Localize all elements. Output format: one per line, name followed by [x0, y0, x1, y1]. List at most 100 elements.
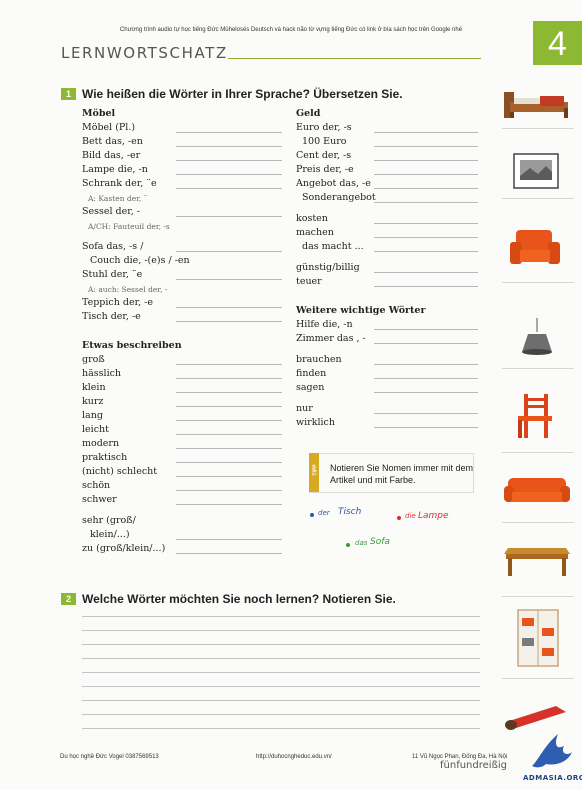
- answer-line[interactable]: [176, 490, 282, 491]
- page-word: fünfundreißig: [440, 760, 507, 771]
- answer-line[interactable]: [374, 223, 478, 224]
- footer-left: Du học nghề Đức Vogel 0387569513: [60, 754, 159, 760]
- beschreiben-heading: Etwas beschreiben: [82, 340, 182, 351]
- answer-line[interactable]: [374, 329, 478, 330]
- answer-line[interactable]: [374, 174, 478, 175]
- answer-line[interactable]: [176, 378, 282, 379]
- vocab-word: kurz: [82, 396, 104, 407]
- answer-line[interactable]: [176, 434, 282, 435]
- writing-line[interactable]: [82, 658, 480, 659]
- writing-line[interactable]: [82, 686, 480, 687]
- carpet-image: [500, 696, 574, 732]
- answer-line[interactable]: [176, 216, 282, 217]
- answer-line[interactable]: [176, 146, 282, 147]
- vocab-word: schön: [82, 480, 111, 491]
- picture-divider: [502, 596, 574, 597]
- answer-line[interactable]: [374, 286, 478, 287]
- bullet-dot: [397, 516, 401, 520]
- answer-line[interactable]: [176, 307, 282, 308]
- answer-line[interactable]: [374, 132, 478, 133]
- vocab-word: Sonderangebot: [302, 192, 376, 203]
- answer-line[interactable]: [374, 146, 478, 147]
- lamp-image: [500, 318, 574, 364]
- writing-line[interactable]: [82, 616, 480, 617]
- vocab-word: leicht: [82, 424, 109, 435]
- writing-line[interactable]: [82, 630, 480, 631]
- weitere-heading: Weitere wichtige Wörter: [296, 305, 426, 316]
- task2-instruction: Welche Wörter möchten Sie noch lernen? N…: [82, 592, 396, 606]
- vocab-word: 100 Euro: [302, 136, 347, 147]
- answer-line[interactable]: [374, 392, 478, 393]
- answer-line[interactable]: [176, 160, 282, 161]
- answer-line[interactable]: [176, 406, 282, 407]
- answer-line[interactable]: [176, 462, 282, 463]
- answer-line[interactable]: [374, 413, 478, 414]
- answer-line[interactable]: [176, 364, 282, 365]
- answer-line[interactable]: [374, 251, 478, 252]
- table-image: [500, 540, 574, 580]
- tip-label: TIPP: [312, 464, 319, 476]
- answer-line[interactable]: [374, 343, 478, 344]
- answer-line[interactable]: [176, 174, 282, 175]
- picture-divider: [502, 452, 574, 453]
- picture-divider: [502, 282, 574, 283]
- footer-link[interactable]: http://duhocngheduc.edu.vn/: [256, 754, 332, 760]
- vocab-word: zu (groß/klein/...): [82, 543, 166, 554]
- answer-line[interactable]: [374, 202, 478, 203]
- vocab-word: finden: [296, 368, 327, 379]
- vocab-word: modern: [82, 438, 120, 449]
- answer-line[interactable]: [176, 279, 282, 280]
- writing-line[interactable]: [82, 700, 480, 701]
- answer-line[interactable]: [176, 132, 282, 133]
- noun-example: Lampe: [418, 511, 449, 521]
- answer-line[interactable]: [374, 237, 478, 238]
- answer-line[interactable]: [176, 251, 282, 252]
- answer-line[interactable]: [374, 427, 478, 428]
- vocab-word: machen: [296, 227, 334, 238]
- answer-line[interactable]: [176, 476, 282, 477]
- vocab-word: Möbel (Pl.): [82, 122, 136, 133]
- task2-number: 2: [61, 593, 76, 605]
- answer-line[interactable]: [176, 188, 282, 189]
- answer-line[interactable]: [176, 420, 282, 421]
- answer-line[interactable]: [176, 448, 282, 449]
- vocab-word: teuer: [296, 276, 322, 287]
- picture-image: [500, 150, 574, 192]
- vocab-word: Lampe die, -n: [82, 164, 148, 175]
- vocab-word: Teppich der, -e: [82, 297, 153, 308]
- answer-line[interactable]: [374, 378, 478, 379]
- picture-divider: [502, 678, 574, 679]
- writing-line[interactable]: [82, 714, 480, 715]
- article-example: die: [405, 512, 416, 520]
- vocab-word: groß: [82, 354, 105, 365]
- vocab-word: günstig/billig: [296, 262, 360, 273]
- answer-line[interactable]: [176, 539, 282, 540]
- vocab-word: Bild das, -er: [82, 150, 141, 161]
- writing-line[interactable]: [82, 728, 480, 729]
- answer-line[interactable]: [176, 392, 282, 393]
- vocab-word: sehr (groß/: [82, 515, 136, 526]
- title-rule: [228, 58, 481, 59]
- vocab-word: Euro der, -s: [296, 122, 352, 133]
- answer-line[interactable]: [374, 188, 478, 189]
- bullet-dot: [310, 513, 314, 517]
- vocab-word: Sessel der, -: [82, 206, 141, 217]
- task1-instruction: Wie heißen die Wörter in Ihrer Sprache? …: [82, 87, 403, 101]
- page-title: LERNWORTSCHATZ: [61, 44, 228, 62]
- answer-line[interactable]: [176, 321, 282, 322]
- answer-line[interactable]: [176, 504, 282, 505]
- footer-logo-text: ADMASIA.ORG: [523, 774, 582, 782]
- vocab-word: Zimmer das , -: [296, 333, 366, 344]
- answer-line[interactable]: [176, 553, 282, 554]
- writing-line[interactable]: [82, 672, 480, 673]
- vocab-word: (nicht) schlecht: [82, 466, 158, 477]
- vocab-word: hässlich: [82, 368, 122, 379]
- vocab-word: das macht ...: [302, 241, 364, 252]
- vocab-word: Sofa das, -s /: [82, 241, 144, 252]
- moebel-heading: Möbel: [82, 108, 116, 119]
- answer-line[interactable]: [374, 272, 478, 273]
- answer-line[interactable]: [374, 364, 478, 365]
- answer-line[interactable]: [374, 160, 478, 161]
- vocab-word: Preis der, -e: [296, 164, 354, 175]
- writing-line[interactable]: [82, 644, 480, 645]
